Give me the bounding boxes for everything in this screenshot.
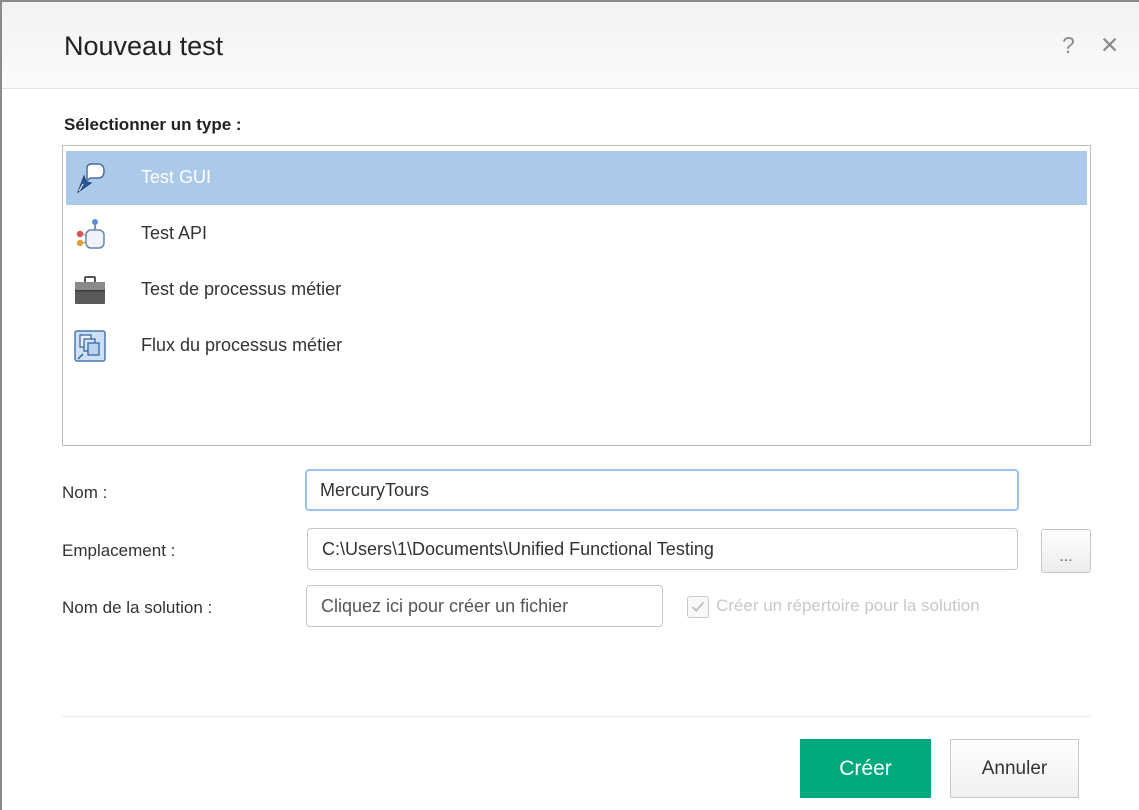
close-icon[interactable]: ✕	[1100, 32, 1119, 59]
type-item-label: Test API	[141, 223, 208, 243]
name-input[interactable]	[305, 469, 1019, 511]
location-label: Emplacement :	[62, 541, 176, 560]
type-section-label: Sélectionner un type :	[64, 115, 242, 134]
solution-name-input[interactable]	[306, 585, 663, 627]
dialog-titlebar: Nouveau test ? ✕	[2, 2, 1139, 89]
flow-icon	[74, 330, 106, 362]
briefcase-icon	[75, 276, 105, 304]
type-item-label: Test de processus métier	[141, 279, 342, 299]
create-directory-checkbox[interactable]	[687, 596, 709, 618]
type-item-business-process-flow[interactable]: Flux du processus métier	[66, 319, 1087, 373]
footer-divider	[62, 716, 1091, 717]
browse-button[interactable]: ...	[1041, 529, 1091, 573]
create-directory-label: Créer un répertoire pour la solution	[716, 596, 980, 615]
dialog-title: Nouveau test	[64, 31, 224, 61]
type-item-business-process-test[interactable]: Test de processus métier	[66, 263, 1087, 317]
type-item-gui-test[interactable]: Test GUI	[66, 151, 1087, 205]
cancel-button[interactable]: Annuler	[950, 739, 1079, 798]
type-item-label: Test GUI	[141, 167, 212, 187]
name-label: Nom :	[62, 483, 108, 502]
gui-test-icon	[76, 163, 105, 194]
help-button[interactable]: ?	[1062, 32, 1075, 59]
type-list: Test GUI Test API Test de processus méti…	[62, 145, 1091, 446]
api-test-icon	[76, 219, 105, 249]
location-input[interactable]	[307, 528, 1018, 570]
create-button[interactable]: Créer	[800, 739, 931, 798]
type-item-label: Flux du processus métier	[141, 335, 343, 355]
solution-name-label: Nom de la solution :	[62, 598, 213, 617]
checkmark-icon	[691, 601, 705, 612]
type-item-api-test[interactable]: Test API	[66, 207, 1087, 261]
